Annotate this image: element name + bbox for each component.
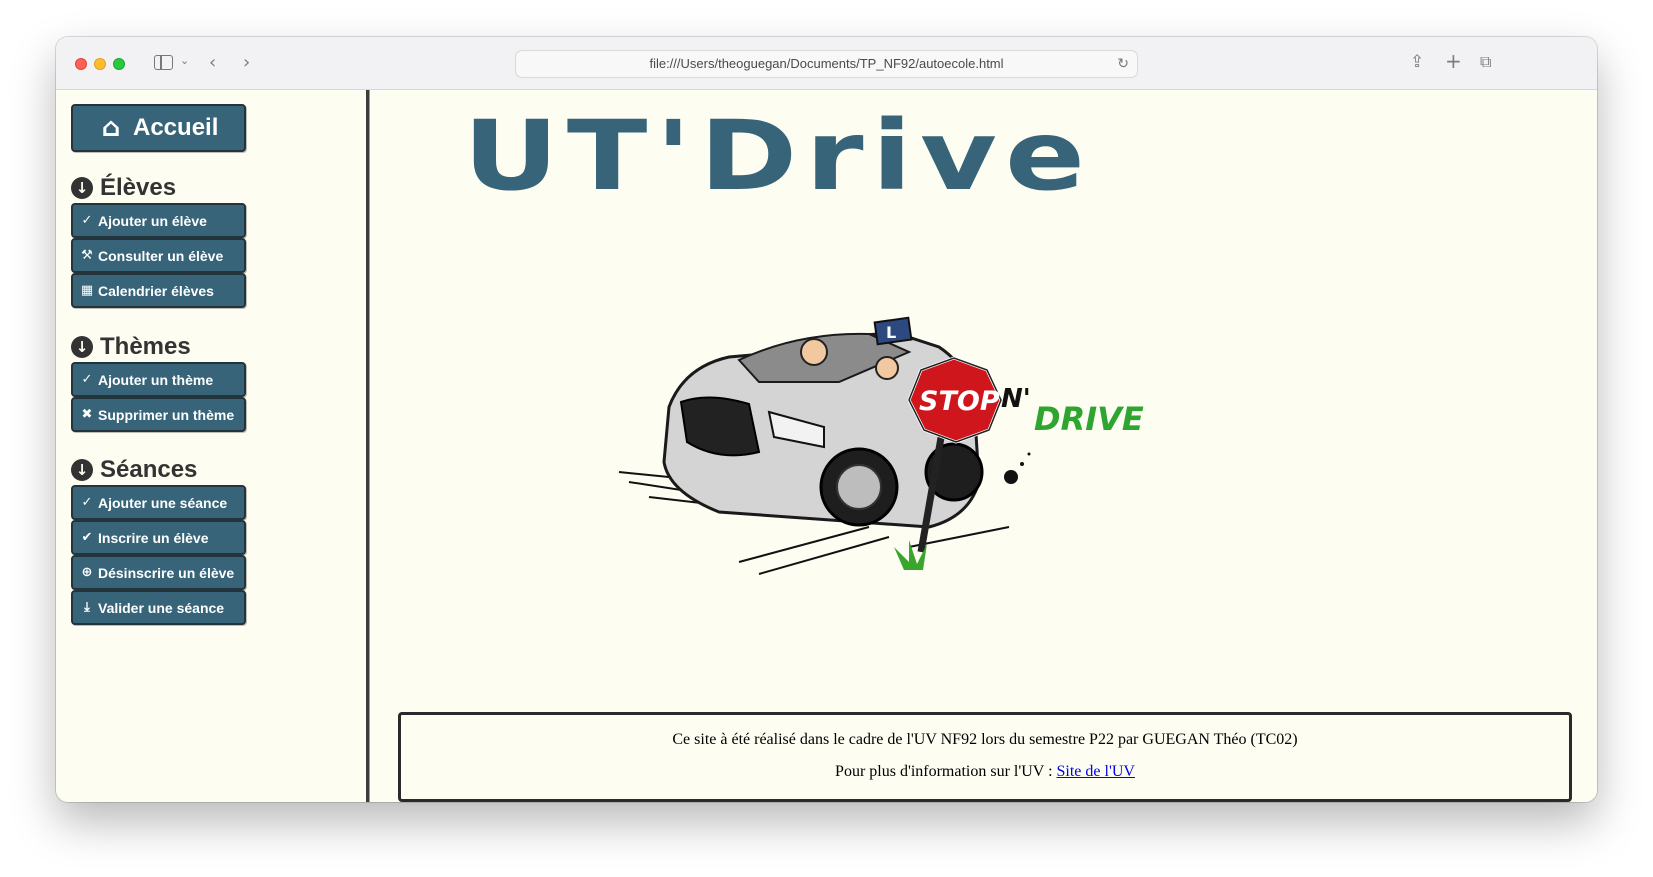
sidebar-toggle-icon[interactable] — [154, 55, 173, 70]
view-student-button[interactable]: ⚒ Consulter un élève — [71, 238, 246, 273]
utdrive-logo: UT'Drive — [463, 98, 1093, 212]
enroll-student-button[interactable]: ✔ Inscrire un élève — [71, 520, 246, 555]
section-title-themes: ↓ Thèmes — [71, 333, 191, 361]
section-title-eleves: ↓ Élèves — [71, 174, 176, 202]
button-label: Désinscrire un élève — [98, 564, 235, 581]
section-title-seances: ↓ Séances — [71, 456, 197, 484]
footer-info-text: Pour plus d'information sur l'UV : — [835, 763, 1057, 780]
button-label: Ajouter une séance — [98, 494, 228, 511]
splash — [1004, 470, 1018, 484]
delete-theme-button[interactable]: ✖ Supprimer un thème — [71, 397, 246, 432]
tab-overview-icon[interactable]: ⧉ — [1480, 52, 1491, 72]
chevron-down-icon[interactable]: ⌄ — [180, 54, 189, 67]
instructor-face — [875, 356, 899, 380]
calendar-icon: ▦ — [80, 283, 94, 298]
browser-toolbar: ⌄ ‹ › file:///Users/theoguegan/Documents… — [56, 37, 1597, 90]
check-icon: ✓ — [81, 213, 93, 228]
drive-text: DRIVE — [1034, 400, 1144, 438]
check-circle-icon: ✔ — [81, 530, 93, 545]
arrow-down-circle-icon: ↓ — [71, 459, 93, 481]
new-tab-icon[interactable]: + — [1445, 49, 1462, 73]
check-icon: ✓ — [81, 495, 93, 510]
arrow-down-circle-icon: ↓ — [71, 177, 93, 199]
footer-info: Pour plus d'information sur l'UV : Site … — [401, 763, 1569, 781]
address-bar[interactable]: file:///Users/theoguegan/Documents/TP_NF… — [515, 50, 1138, 78]
forward-icon[interactable]: › — [243, 52, 250, 73]
student-calendar-button[interactable]: ▦ Calendrier élèves — [71, 273, 246, 308]
arrow-down-circle-icon: ↓ — [71, 336, 93, 358]
unenroll-student-button[interactable]: ⊕ Désinscrire un élève — [71, 555, 246, 590]
plus-circle-icon: ⊕ — [81, 565, 93, 580]
reload-icon[interactable]: ↻ — [1117, 51, 1129, 77]
sidebar-divider — [366, 90, 370, 802]
close-window-button[interactable] — [75, 58, 87, 70]
sidebar-nav: ⌂ Accueil ↓ Élèves ✓ Ajouter un élève ⚒ … — [56, 90, 366, 802]
button-label: Supprimer un thème — [98, 406, 235, 423]
site-footer: Ce site à été réalisé dans le cadre de l… — [398, 712, 1572, 802]
button-label: Valider une séance — [98, 599, 225, 616]
add-theme-button[interactable]: ✓ Ajouter un thème — [71, 362, 246, 397]
home-icon: ⌂ — [101, 113, 121, 143]
button-label: Ajouter un thème — [98, 371, 214, 388]
splash-dot — [1027, 452, 1031, 456]
main-content: UT'Drive L STOP N' DRIVE Ce site à été r… — [371, 90, 1597, 802]
home-button[interactable]: ⌂ Accueil — [71, 104, 246, 152]
close-icon: ✖ — [81, 407, 93, 422]
zoom-window-button[interactable] — [113, 58, 125, 70]
wrench-icon: ⚒ — [81, 248, 93, 263]
footer-credits: Ce site à été réalisé dans le cadre de l… — [672, 731, 1298, 748]
home-button-label: Accueil — [133, 114, 219, 141]
splash-dot — [1020, 462, 1024, 466]
minimize-window-button[interactable] — [94, 58, 106, 70]
download-icon: ⤓ — [84, 600, 90, 615]
url-text: file:///Users/theoguegan/Documents/TP_NF… — [649, 56, 1004, 71]
driver-face — [800, 338, 828, 366]
stop-n-drive-illustration: L STOP N' DRIVE — [618, 316, 1144, 575]
section-title-label: Séances — [100, 456, 198, 483]
check-icon: ✓ — [81, 372, 93, 387]
validate-session-button[interactable]: ⤓ Valider une séance — [71, 590, 246, 625]
learner-plate-text: L — [886, 323, 896, 342]
button-label: Consulter un élève — [98, 247, 224, 264]
button-label: Inscrire un élève — [98, 529, 209, 546]
n-apostrophe-text: N' — [1001, 384, 1031, 414]
browser-window: ⌄ ‹ › file:///Users/theoguegan/Documents… — [56, 37, 1597, 802]
add-session-button[interactable]: ✓ Ajouter une séance — [71, 485, 246, 520]
back-icon[interactable]: ‹ — [209, 52, 216, 73]
button-label: Calendrier élèves — [98, 282, 214, 299]
section-title-label: Thèmes — [100, 333, 191, 360]
stop-sign-text: STOP — [919, 386, 1000, 417]
car-wheel-rim — [836, 464, 882, 510]
add-student-button[interactable]: ✓ Ajouter un élève — [71, 203, 246, 238]
section-title-label: Élèves — [100, 174, 177, 201]
uv-site-link[interactable]: Site de l'UV — [1057, 763, 1135, 780]
button-label: Ajouter un élève — [98, 212, 207, 229]
share-icon[interactable]: ⇪ — [1410, 52, 1424, 72]
page-viewport: ⌂ Accueil ↓ Élèves ✓ Ajouter un élève ⚒ … — [56, 90, 1597, 802]
